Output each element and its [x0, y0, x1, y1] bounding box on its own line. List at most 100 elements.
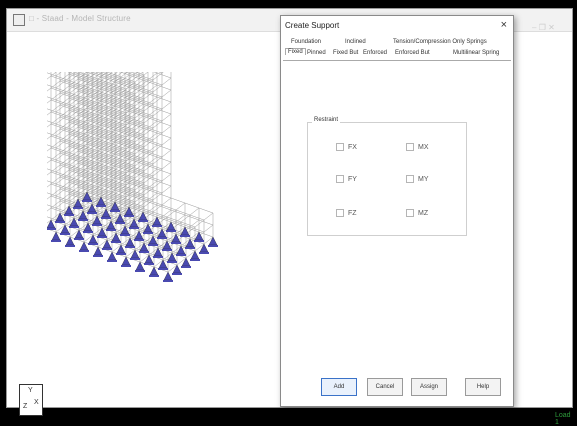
support-base-icon	[51, 240, 61, 242]
frame-member	[198, 207, 214, 214]
frame-member	[47, 195, 52, 200]
support-base-icon	[97, 236, 107, 238]
frame-member	[47, 99, 52, 104]
tab-multilinear-spring[interactable]: Multilinear Spring	[453, 50, 499, 56]
checkbox-fz-label: FZ	[348, 209, 357, 217]
restore-icon[interactable]: ❐	[539, 23, 546, 32]
checkbox-mx[interactable]: MX	[406, 143, 429, 151]
app-icon	[13, 14, 25, 26]
checkbox-fz[interactable]: FZ	[336, 209, 357, 217]
checkbox-mz-label: MZ	[418, 209, 429, 217]
tab-enforced[interactable]: Enforced	[363, 50, 387, 56]
axis-z-label: Z	[23, 403, 28, 410]
checkbox-mz[interactable]: MZ	[406, 209, 428, 217]
support-base-icon	[185, 247, 195, 249]
frame-member	[55, 188, 66, 197]
checkbox-fx-box[interactable]	[336, 143, 344, 151]
checkbox-my-box[interactable]	[406, 175, 414, 183]
tab-row-lower: Fixed Pinned Fixed But Enforced Enforced…	[283, 48, 511, 61]
support-base-icon	[172, 273, 182, 275]
assign-button[interactable]: Assign	[411, 378, 447, 396]
load-status: Load 1	[555, 412, 571, 426]
fixed-support-icon	[208, 236, 218, 246]
support-base-icon	[111, 241, 121, 243]
checkbox-mx-box[interactable]	[406, 143, 414, 151]
cancel-button[interactable]: Cancel	[367, 378, 403, 396]
tab-pinned[interactable]: Pinned	[307, 50, 326, 56]
support-base-icon	[74, 238, 84, 240]
frame-member	[152, 156, 163, 165]
tab-foundation[interactable]: Foundation	[291, 39, 321, 45]
checkbox-fy[interactable]: FY	[336, 175, 357, 183]
dialog-close-icon[interactable]: ×	[501, 19, 507, 31]
frame-member	[189, 207, 200, 216]
tab-enforced-but[interactable]: Enforced But	[395, 50, 430, 56]
support-base-icon	[116, 253, 126, 255]
checkbox-my-label: MY	[418, 175, 429, 183]
fixed-support-icon	[199, 243, 209, 253]
dialog-button-row: Add Cancel Assign Help	[281, 378, 513, 398]
frame-member	[55, 104, 66, 113]
frame-member	[152, 96, 163, 105]
support-base-icon	[180, 235, 190, 237]
frame-member	[55, 80, 66, 89]
checkbox-my[interactable]: MY	[406, 175, 429, 183]
support-base-icon	[138, 220, 148, 222]
frame-member	[47, 204, 57, 209]
checkbox-mz-box[interactable]	[406, 209, 414, 217]
axis-x-label: X	[34, 399, 39, 406]
support-base-icon	[115, 222, 125, 224]
frame-member	[152, 72, 163, 81]
add-button[interactable]: Add	[321, 378, 357, 396]
support-base-icon	[102, 248, 112, 250]
tab-fixed[interactable]: Fixed	[285, 48, 306, 55]
close-window-icon[interactable]: ✕	[548, 23, 555, 32]
frame-member	[47, 144, 57, 149]
support-base-icon	[110, 210, 120, 212]
checkbox-fy-box[interactable]	[336, 175, 344, 183]
help-button[interactable]: Help	[465, 378, 501, 396]
frame-member	[161, 197, 172, 206]
support-base-icon	[163, 280, 173, 282]
support-base-icon	[124, 215, 134, 217]
frame-member	[55, 72, 62, 77]
tab-tension-compression[interactable]: Tension/Compression Only Springs	[393, 39, 487, 45]
checkbox-fx[interactable]: FX	[336, 143, 357, 151]
frame-member	[161, 161, 172, 170]
frame-member	[47, 132, 57, 137]
frame-member	[161, 72, 164, 74]
support-base-icon	[143, 232, 153, 234]
frame-member	[55, 152, 66, 161]
checkbox-fz-box[interactable]	[336, 209, 344, 217]
checkbox-fy-label: FY	[348, 175, 357, 183]
support-base-icon	[166, 230, 176, 232]
frame-member	[152, 144, 163, 153]
frame-member	[47, 147, 52, 152]
tab-fixed-but[interactable]: Fixed But	[333, 50, 358, 56]
minimize-icon[interactable]: –	[532, 23, 536, 32]
support-base-icon	[101, 217, 111, 219]
frame-structure-drawing[interactable]	[47, 72, 277, 392]
frame-member	[55, 164, 66, 173]
support-base-icon	[194, 240, 204, 242]
window-controls[interactable]: – ❐ ✕	[532, 23, 555, 32]
frame-member	[55, 140, 66, 149]
support-base-icon	[130, 258, 140, 260]
axis-triad: Y X Z	[19, 384, 43, 416]
support-base-icon	[148, 244, 158, 246]
frame-member	[55, 200, 66, 209]
support-base-icon	[65, 245, 75, 247]
frame-member	[55, 176, 66, 185]
frame-member	[47, 87, 52, 92]
frame-member	[153, 72, 158, 74]
frame-member	[152, 180, 163, 189]
tab-inclined[interactable]: Inclined	[345, 39, 366, 45]
fixed-support-icon	[172, 264, 182, 274]
frame-member	[161, 149, 172, 158]
support-base-icon	[199, 252, 209, 254]
frame-member	[194, 219, 205, 228]
frame-member	[47, 84, 57, 89]
fixed-support-icon	[181, 257, 191, 267]
frame-member	[47, 207, 52, 212]
frame-member	[47, 159, 52, 164]
